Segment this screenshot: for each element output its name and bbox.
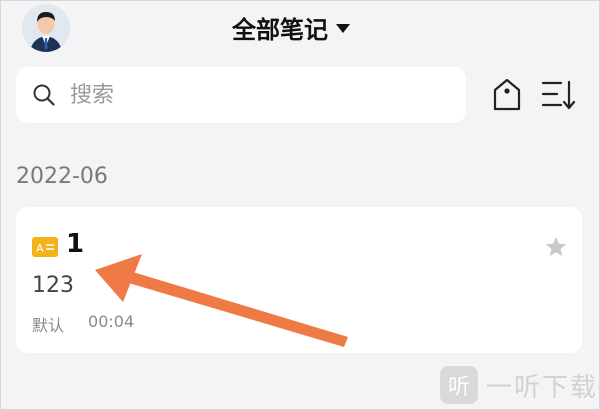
note-type-icon: A bbox=[32, 237, 58, 257]
section-date-header: 2022-06 bbox=[16, 164, 108, 189]
search-icon bbox=[33, 84, 55, 106]
note-content-preview: 123 bbox=[32, 273, 74, 298]
watermark-text: 一听下载 bbox=[486, 372, 599, 403]
tag-icon[interactable] bbox=[492, 78, 522, 112]
star-icon[interactable] bbox=[544, 235, 568, 259]
notebook-selector[interactable]: 全部笔记 bbox=[232, 10, 350, 44]
note-time: 00:04 bbox=[88, 312, 135, 331]
sort-icon[interactable] bbox=[540, 78, 576, 112]
note-category: 默认 bbox=[32, 316, 65, 335]
watermark: 听 一听下载 bbox=[440, 366, 598, 404]
watermark-logo: 听 bbox=[440, 366, 478, 404]
note-title: 1 bbox=[66, 229, 85, 259]
user-avatar-icon bbox=[22, 4, 70, 52]
page-title: 全部笔记 bbox=[232, 15, 328, 44]
caret-down-icon bbox=[336, 23, 350, 33]
avatar[interactable] bbox=[22, 4, 70, 52]
search-input[interactable] bbox=[68, 81, 432, 109]
note-card[interactable]: A 1 123 默认 00:04 bbox=[16, 207, 582, 353]
note-meta: 默认 00:04 bbox=[32, 312, 134, 336]
search-bar[interactable] bbox=[16, 67, 466, 123]
svg-text:A: A bbox=[36, 242, 44, 255]
